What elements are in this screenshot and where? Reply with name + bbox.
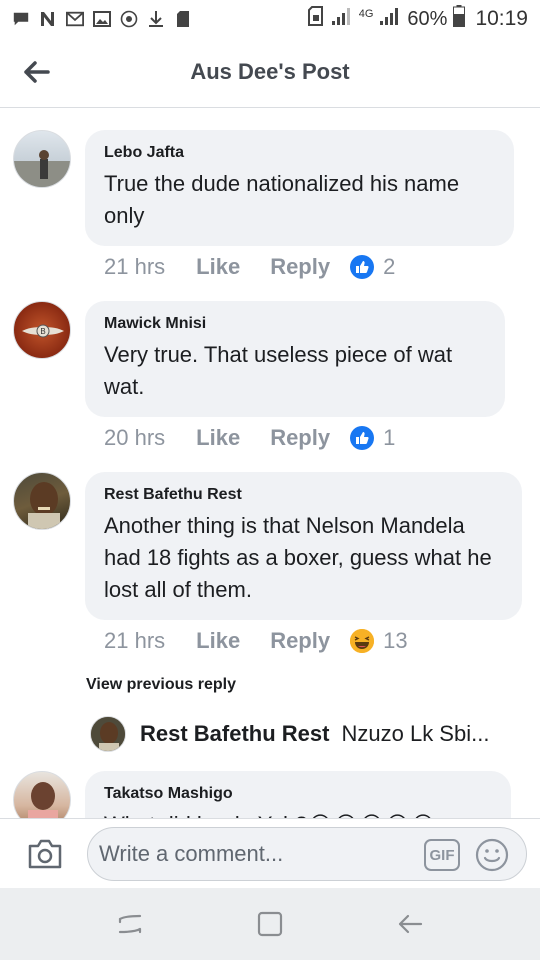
- reply-snippet: Nzuzo Lk Sbi...: [341, 721, 490, 746]
- status-bar: 4G 60% 10:19: [0, 0, 540, 38]
- battery-icon: [453, 5, 466, 33]
- signal-icon-2: [379, 6, 401, 32]
- comment-input-wrapper: GIF: [87, 827, 527, 881]
- haha-icon: [350, 629, 375, 653]
- comment-text: True the dude nationalized his name only: [104, 171, 460, 228]
- post-header: Aus Dee's Post: [0, 38, 540, 108]
- comment-actions: 21 hrs Like Reply 2: [104, 254, 395, 280]
- reaction-count: 13: [383, 628, 408, 653]
- comment-bubble[interactable]: Lebo Jafta True the dude nationalized hi…: [85, 130, 514, 246]
- avatar[interactable]: [13, 130, 71, 188]
- view-previous-reply-link[interactable]: View previous reply: [86, 676, 236, 694]
- chat-icon: [12, 10, 30, 28]
- download-icon: [147, 10, 165, 28]
- comment-list: Lebo Jafta True the dude nationalized hi…: [0, 108, 540, 818]
- gmail-icon: [66, 10, 84, 28]
- avatar[interactable]: B: [13, 301, 71, 359]
- thumbs-up-icon: [350, 255, 375, 279]
- clock: 10:19: [475, 7, 528, 30]
- thumbs-up-icon: [350, 426, 375, 450]
- system-navigation-bar: [0, 888, 540, 960]
- system-status: 4G 60% 10:19: [307, 5, 528, 33]
- gif-button[interactable]: GIF: [424, 839, 460, 871]
- recents-icon: [118, 914, 142, 934]
- comment-text: Very true. That useless piece of wat wat…: [104, 342, 453, 399]
- reply-avatar[interactable]: [90, 716, 126, 752]
- camera-icon: [28, 839, 62, 869]
- battery-percent: 60%: [407, 7, 448, 30]
- comment-time[interactable]: 21 hrs: [104, 254, 165, 280]
- home-button[interactable]: [240, 894, 300, 954]
- reply-preview[interactable]: Rest Bafethu Rest Nzuzo Lk Sbi...: [90, 716, 530, 752]
- reaction-summary[interactable]: 1: [350, 425, 395, 451]
- home-square-icon: [257, 911, 283, 937]
- smiley-icon: [475, 838, 509, 872]
- comment-bubble[interactable]: Rest Bafethu Rest Another thing is that …: [85, 472, 522, 620]
- like-button[interactable]: Like: [196, 628, 240, 654]
- network-type: 4G: [358, 8, 374, 20]
- back-arrow-icon: [398, 914, 423, 934]
- comment-author[interactable]: Rest Bafethu Rest: [104, 486, 502, 504]
- news-n-icon: [39, 10, 57, 28]
- sim-icon: [307, 6, 325, 32]
- comment-input[interactable]: [99, 841, 399, 867]
- notification-icons: [12, 10, 192, 28]
- page-title: Aus Dee's Post: [190, 59, 350, 84]
- signal-icon: [331, 6, 353, 32]
- data-saver-icon: [120, 10, 138, 28]
- reply-button[interactable]: Reply: [270, 254, 330, 280]
- comment-text: What did he do Yah?😂😂😂😂😂: [104, 809, 491, 818]
- comment-bubble[interactable]: Takatso Mashigo What did he do Yah?😂😂😂😂😂: [85, 771, 511, 818]
- comment-text: Another thing is that Nelson Mandela had…: [104, 513, 492, 602]
- reaction-count: 1: [383, 425, 396, 450]
- reaction-summary[interactable]: 2: [350, 254, 395, 280]
- comment-author[interactable]: Lebo Jafta: [104, 144, 494, 162]
- avatar[interactable]: [13, 472, 71, 530]
- reply-author[interactable]: Rest Bafethu Rest: [140, 721, 329, 747]
- recents-button[interactable]: [100, 894, 160, 954]
- reaction-count: 2: [383, 254, 396, 279]
- emoji-button[interactable]: [474, 837, 510, 873]
- comment-time[interactable]: 20 hrs: [104, 425, 165, 451]
- reaction-summary[interactable]: 13: [350, 628, 408, 654]
- comment-actions: 20 hrs Like Reply 1: [104, 425, 395, 451]
- back-nav-button[interactable]: [380, 894, 440, 954]
- comment-composer: GIF: [0, 818, 540, 888]
- gallery-icon: [93, 10, 111, 28]
- sd-card-icon: [174, 10, 192, 28]
- reply-button[interactable]: Reply: [270, 628, 330, 654]
- camera-button[interactable]: [26, 835, 64, 873]
- comment-author[interactable]: Mawick Mnisi: [104, 315, 485, 333]
- comment-time[interactable]: 21 hrs: [104, 628, 165, 654]
- like-button[interactable]: Like: [196, 254, 240, 280]
- comment-bubble[interactable]: Mawick Mnisi Very true. That useless pie…: [85, 301, 505, 417]
- comment-author[interactable]: Takatso Mashigo: [104, 785, 491, 803]
- like-button[interactable]: Like: [196, 425, 240, 451]
- comment-actions: 21 hrs Like Reply 13: [104, 628, 408, 654]
- svg-text:B: B: [40, 327, 45, 336]
- avatar[interactable]: [13, 771, 71, 818]
- reply-button[interactable]: Reply: [270, 425, 330, 451]
